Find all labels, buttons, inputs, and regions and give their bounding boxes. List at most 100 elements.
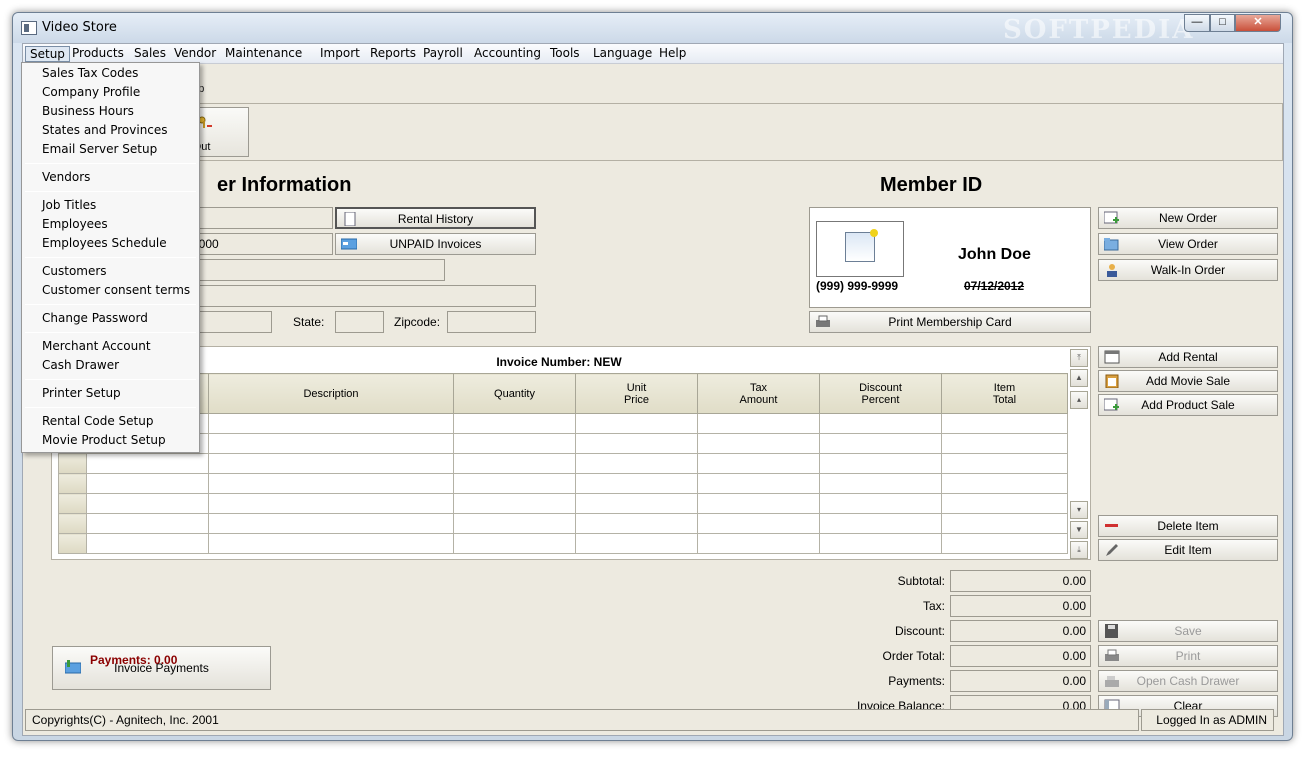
menu-accounting[interactable]: Accounting (470, 46, 545, 62)
table-row[interactable] (58, 453, 1068, 474)
state-field[interactable] (335, 311, 384, 333)
table-cell[interactable] (819, 453, 942, 474)
menu-item-movie-product-setup[interactable]: Movie Product Setup (42, 432, 166, 449)
table-cell[interactable] (86, 513, 209, 534)
new-order-button[interactable]: New Order (1098, 207, 1278, 229)
table-cell[interactable] (575, 413, 698, 434)
table-cell[interactable] (819, 533, 942, 554)
column-header-unit-price[interactable]: Unit Price (575, 373, 698, 414)
table-cell[interactable] (208, 413, 454, 434)
row-header[interactable] (58, 513, 87, 534)
save-button[interactable]: Save (1098, 620, 1278, 642)
member-photo[interactable] (816, 221, 904, 277)
table-row[interactable] (58, 473, 1068, 494)
table-cell[interactable] (697, 533, 820, 554)
table-cell[interactable] (819, 493, 942, 514)
column-header-item-total[interactable]: Item Total (941, 373, 1068, 414)
table-cell[interactable] (697, 493, 820, 514)
table-cell[interactable] (208, 433, 454, 454)
table-cell[interactable] (575, 433, 698, 454)
table-cell[interactable] (575, 473, 698, 494)
scroll-page-down-icon[interactable]: ▼ (1070, 521, 1088, 539)
menu-payroll[interactable]: Payroll (419, 46, 467, 62)
scroll-bottom-icon[interactable]: ⤓ (1070, 541, 1088, 559)
table-cell[interactable] (86, 473, 209, 494)
menu-products[interactable]: Products (68, 46, 128, 62)
table-cell[interactable] (86, 453, 209, 474)
table-cell[interactable] (86, 533, 209, 554)
menu-vendor[interactable]: Vendor (170, 46, 220, 62)
menu-item-email-server-setup[interactable]: Email Server Setup (42, 141, 157, 158)
table-cell[interactable] (941, 413, 1068, 434)
menu-sales[interactable]: Sales (130, 46, 170, 62)
table-row[interactable] (58, 413, 1068, 434)
maximize-button[interactable]: □ (1210, 14, 1235, 32)
menu-item-printer-setup[interactable]: Printer Setup (42, 385, 121, 402)
table-cell[interactable] (819, 513, 942, 534)
menu-maintenance[interactable]: Maintenance (221, 46, 306, 62)
table-cell[interactable] (941, 433, 1068, 454)
table-cell[interactable] (697, 473, 820, 494)
table-cell[interactable] (575, 533, 698, 554)
table-row[interactable] (58, 533, 1068, 554)
table-cell[interactable] (453, 453, 576, 474)
edit-item-button[interactable]: Edit Item (1098, 539, 1278, 561)
menu-item-company-profile[interactable]: Company Profile (42, 84, 140, 101)
table-cell[interactable] (819, 473, 942, 494)
view-order-button[interactable]: View Order (1098, 233, 1278, 255)
column-header-tax-amount[interactable]: Tax Amount (697, 373, 820, 414)
menu-item-change-password[interactable]: Change Password (42, 310, 148, 327)
menu-item-customer-consent-terms[interactable]: Customer consent terms (42, 282, 190, 299)
close-button[interactable]: ✕ (1235, 14, 1281, 32)
menu-import[interactable]: Import (316, 46, 364, 62)
menu-item-sales-tax-codes[interactable]: Sales Tax Codes (42, 65, 138, 82)
customer-name-field[interactable] (183, 207, 333, 229)
unpaid-invoices-button[interactable]: UNPAID Invoices (335, 233, 536, 255)
row-header[interactable] (58, 533, 87, 554)
table-cell[interactable] (208, 533, 454, 554)
scroll-up-icon[interactable]: ▴ (1070, 391, 1088, 409)
menu-reports[interactable]: Reports (366, 46, 420, 62)
table-row[interactable] (58, 433, 1068, 454)
table-cell[interactable] (697, 433, 820, 454)
table-cell[interactable] (697, 453, 820, 474)
table-cell[interactable] (697, 413, 820, 434)
menu-item-business-hours[interactable]: Business Hours (42, 103, 134, 120)
scroll-top-icon[interactable]: ⤒ (1070, 349, 1088, 367)
table-cell[interactable] (453, 513, 576, 534)
grid-scrollbar[interactable]: ⤒ ▲ ▴ ▾ ▼ ⤓ (1070, 349, 1088, 559)
table-cell[interactable] (453, 413, 576, 434)
add-movie-sale-button[interactable]: Add Movie Sale (1098, 370, 1278, 392)
zipcode-field[interactable] (447, 311, 536, 333)
table-cell[interactable] (819, 413, 942, 434)
table-cell[interactable] (575, 453, 698, 474)
row-header[interactable] (58, 493, 87, 514)
customer-address2-field[interactable] (183, 285, 536, 307)
table-cell[interactable] (208, 453, 454, 474)
menu-item-job-titles[interactable]: Job Titles (42, 197, 96, 214)
menu-item-employees[interactable]: Employees (42, 216, 108, 233)
menu-item-customers[interactable]: Customers (42, 263, 107, 280)
add-product-sale-button[interactable]: Add Product Sale (1098, 394, 1278, 416)
table-cell[interactable] (453, 493, 576, 514)
menu-language[interactable]: Language (589, 46, 656, 62)
table-cell[interactable] (941, 533, 1068, 554)
print-button[interactable]: Print (1098, 645, 1278, 667)
menu-item-rental-code-setup[interactable]: Rental Code Setup (42, 413, 153, 430)
customer-phone-field[interactable]: -0000 (183, 233, 333, 255)
table-cell[interactable] (941, 493, 1068, 514)
table-cell[interactable] (575, 493, 698, 514)
table-cell[interactable] (575, 513, 698, 534)
row-header[interactable] (58, 473, 87, 494)
menu-item-cash-drawer[interactable]: Cash Drawer (42, 357, 119, 374)
customer-address-field[interactable] (183, 259, 445, 281)
table-cell[interactable] (941, 453, 1068, 474)
menu-item-employees-schedule[interactable]: Employees Schedule (42, 235, 167, 252)
table-cell[interactable] (453, 433, 576, 454)
scroll-page-up-icon[interactable]: ▲ (1070, 369, 1088, 387)
add-rental-button[interactable]: Add Rental (1098, 346, 1278, 368)
menu-setup[interactable]: Setup (25, 46, 70, 62)
table-cell[interactable] (453, 533, 576, 554)
menu-item-merchant-account[interactable]: Merchant Account (42, 338, 151, 355)
menu-item-states-provinces[interactable]: States and Provinces (42, 122, 168, 139)
